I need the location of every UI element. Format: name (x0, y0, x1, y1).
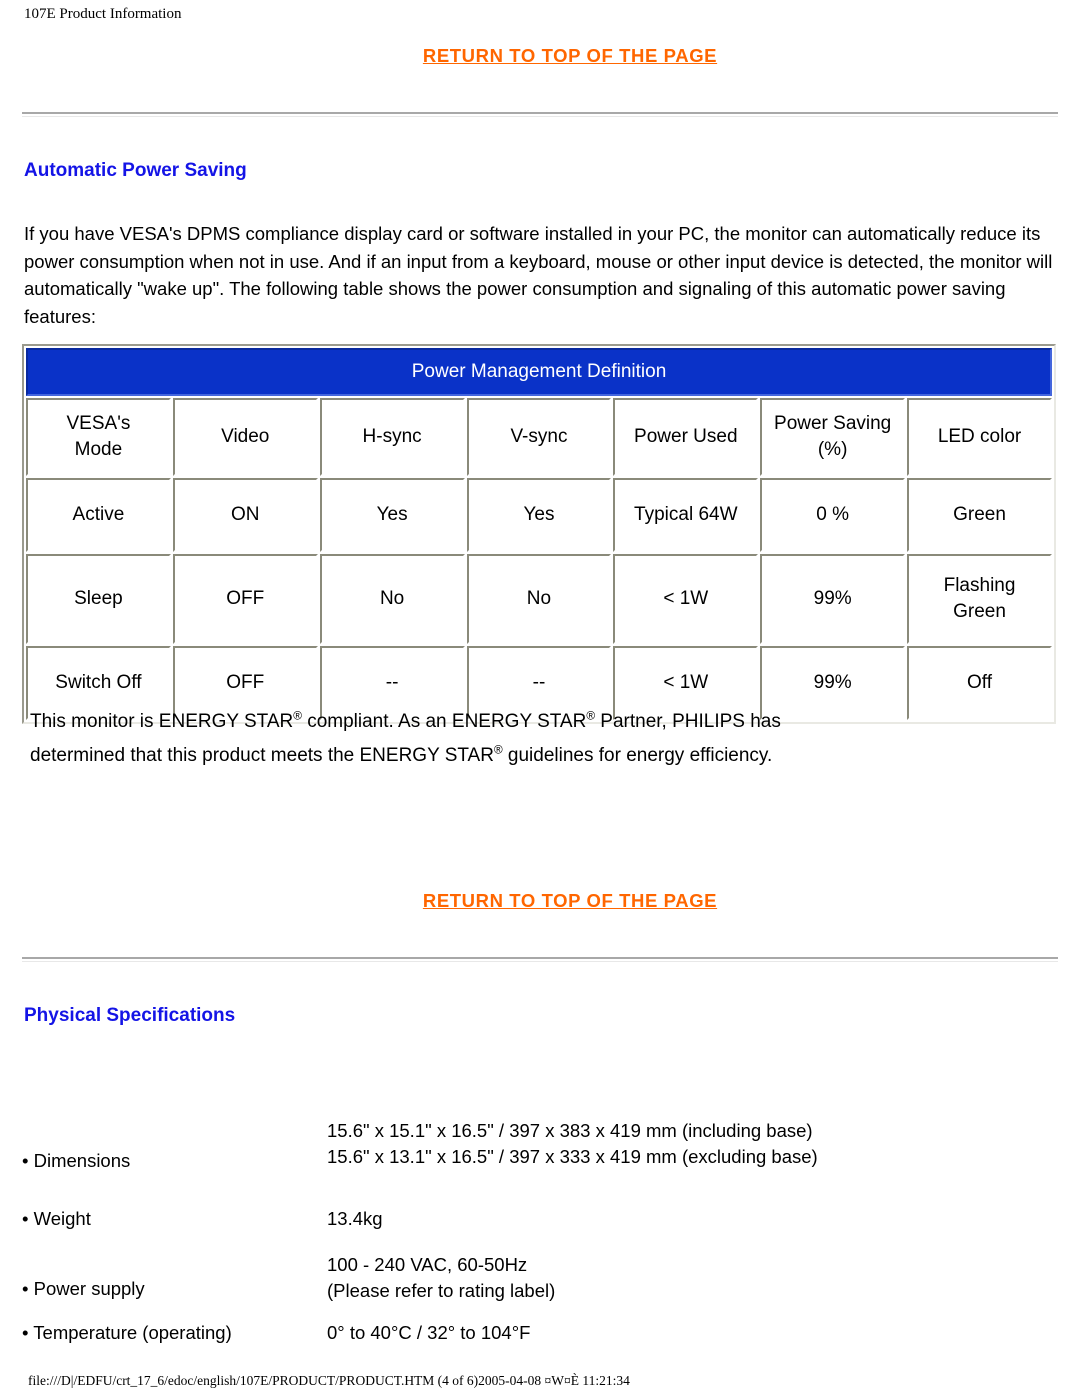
paragraph-power-saving-intro: If you have VESA's DPMS compliance displ… (24, 223, 1053, 327)
registered-mark-icon: ® (293, 709, 302, 723)
return-to-top-row-2: RETURN TO TOP OF THE PAGE (0, 890, 1080, 912)
spec-row-weight: • Weight 13.4kg (22, 1206, 922, 1232)
spec-value-line1: 0° to 40°C / 32° to 104°F (327, 1322, 531, 1343)
cell-vsync: No (466, 554, 612, 644)
cell-led-color: Green (907, 478, 1052, 552)
return-to-top-link-2[interactable]: RETURN TO TOP OF THE PAGE (423, 890, 717, 911)
cell-power-saving: 0 % (760, 478, 906, 552)
cell-video: OFF (172, 554, 318, 644)
spec-value-line1: 100 - 240 VAC, 60-50Hz (327, 1254, 528, 1275)
col-header-video: Video (172, 398, 318, 476)
return-to-top-row-1: RETURN TO TOP OF THE PAGE (0, 45, 1080, 67)
cell-led-line2: Green (953, 601, 1006, 622)
spec-row-dimensions: • Dimensions 15.6" x 15.1" x 16.5" / 397… (22, 1118, 922, 1174)
cell-mode: Sleep (26, 554, 171, 644)
energy-star-text-2: compliant. As an ENERGY STAR (301, 711, 587, 732)
cell-led-line1: Flashing (943, 575, 1016, 596)
spec-label-weight: • Weight (22, 1208, 91, 1229)
energy-star-text-3: Partner, PHILIPS has (595, 711, 781, 732)
heading-automatic-power-saving: Automatic Power Saving (24, 160, 247, 181)
spacer-cell (22, 1304, 327, 1320)
col-header-vesa-mode: VESA's Mode (26, 398, 171, 476)
registered-mark-icon: ® (493, 743, 503, 757)
cell-led-line1: Off (967, 672, 993, 693)
cell-hsync: Yes (319, 478, 465, 552)
table-banner-row: Power Management Definition (26, 348, 1052, 396)
spec-label-temperature: • Temperature (operating) (22, 1322, 232, 1343)
spec-row-spacer (22, 1304, 922, 1320)
col-header-power-saving: Power Saving (%) (760, 398, 906, 476)
footer-path: file:///D|/EDFU/crt_17_6/edoc/english/10… (28, 1373, 630, 1388)
spec-value-line2: (Please refer to rating label) (327, 1280, 556, 1301)
spec-row-temperature: • Temperature (operating) 0° to 40°C / 3… (22, 1320, 922, 1346)
registered-mark-icon: ® (586, 709, 595, 723)
cell-led-color: Flashing Green (907, 554, 1052, 644)
col-header-power-used: Power Used (613, 398, 759, 476)
cell-led-line1: Green (953, 504, 1006, 525)
power-management-table-wrap: Power Management Definition VESA's Mode … (22, 344, 1056, 724)
physical-specs-table: • Dimensions 15.6" x 15.1" x 16.5" / 397… (22, 1118, 922, 1346)
col-header-led-color: LED color (907, 398, 1052, 476)
cell-vsync: Yes (466, 478, 612, 552)
spec-row-spacer (22, 1232, 922, 1252)
spec-value-line1: 13.4kg (327, 1208, 383, 1229)
table-banner-cell: Power Management Definition (26, 348, 1052, 396)
spacer-cell (22, 1232, 327, 1252)
cell-power-used: < 1W (613, 554, 759, 644)
paragraph-energy-star: This monitor is ENERGY STAR® compliant. … (30, 705, 1030, 773)
spec-value-line1: 15.6" x 15.1" x 16.5" / 397 x 383 x 419 … (327, 1120, 813, 1141)
table-row: Sleep OFF No No < 1W 99% Flashing Green (26, 554, 1052, 644)
spacer-cell (327, 1304, 922, 1320)
spacer-cell (327, 1174, 922, 1206)
spec-value-weight: 13.4kg (327, 1206, 922, 1232)
power-management-table: Power Management Definition VESA's Mode … (22, 344, 1056, 724)
heading-physical-specifications: Physical Specifications (24, 1005, 236, 1026)
spec-value-dimensions: 15.6" x 15.1" x 16.5" / 397 x 383 x 419 … (327, 1118, 922, 1174)
spec-value-power-supply: 100 - 240 VAC, 60-50Hz (Please refer to … (327, 1252, 922, 1304)
spec-row-power-supply: • Power supply 100 - 240 VAC, 60-50Hz (P… (22, 1252, 922, 1304)
cell-power-used: Typical 64W (613, 478, 759, 552)
col-header-hsync: H-sync (319, 398, 465, 476)
spec-row-spacer (22, 1174, 922, 1206)
table-header-row: VESA's Mode Video H-sync V-sync Power Us… (26, 398, 1052, 476)
col-header-vesa-line2: Mode (74, 439, 123, 460)
page-title: 107E Product Information (24, 6, 182, 22)
physical-specs-list: • Dimensions 15.6" x 15.1" x 16.5" / 397… (22, 1118, 922, 1346)
return-to-top-link-1[interactable]: RETURN TO TOP OF THE PAGE (423, 45, 717, 66)
spec-label-power-supply: • Power supply (22, 1278, 145, 1299)
cell-hsync: No (319, 554, 465, 644)
cell-mode: Active (26, 478, 171, 552)
horizontal-rule-1 (22, 112, 1058, 117)
cell-power-saving: 99% (760, 554, 906, 644)
spec-value-line2: 15.6" x 13.1" x 16.5" / 397 x 333 x 419 … (327, 1146, 818, 1167)
horizontal-rule-2 (22, 957, 1058, 962)
energy-star-text-5: guidelines for energy efficiency. (502, 745, 773, 766)
col-header-vesa-line1: VESA's (66, 413, 131, 434)
col-header-power-saving-line1: Power Saving (774, 413, 892, 434)
col-header-vsync: V-sync (466, 398, 612, 476)
energy-star-text-4: determined that this product meets the E… (30, 745, 494, 766)
spec-value-temperature: 0° to 40°C / 32° to 104°F (327, 1320, 922, 1346)
spec-label-dimensions: • Dimensions (22, 1150, 131, 1171)
col-header-power-saving-line2: (%) (817, 439, 848, 460)
cell-video: ON (172, 478, 318, 552)
spacer-cell (22, 1174, 327, 1206)
spacer-cell (327, 1232, 922, 1252)
table-row: Active ON Yes Yes Typical 64W 0 % Green (26, 478, 1052, 552)
energy-star-text-1: This monitor is ENERGY STAR (30, 711, 294, 732)
